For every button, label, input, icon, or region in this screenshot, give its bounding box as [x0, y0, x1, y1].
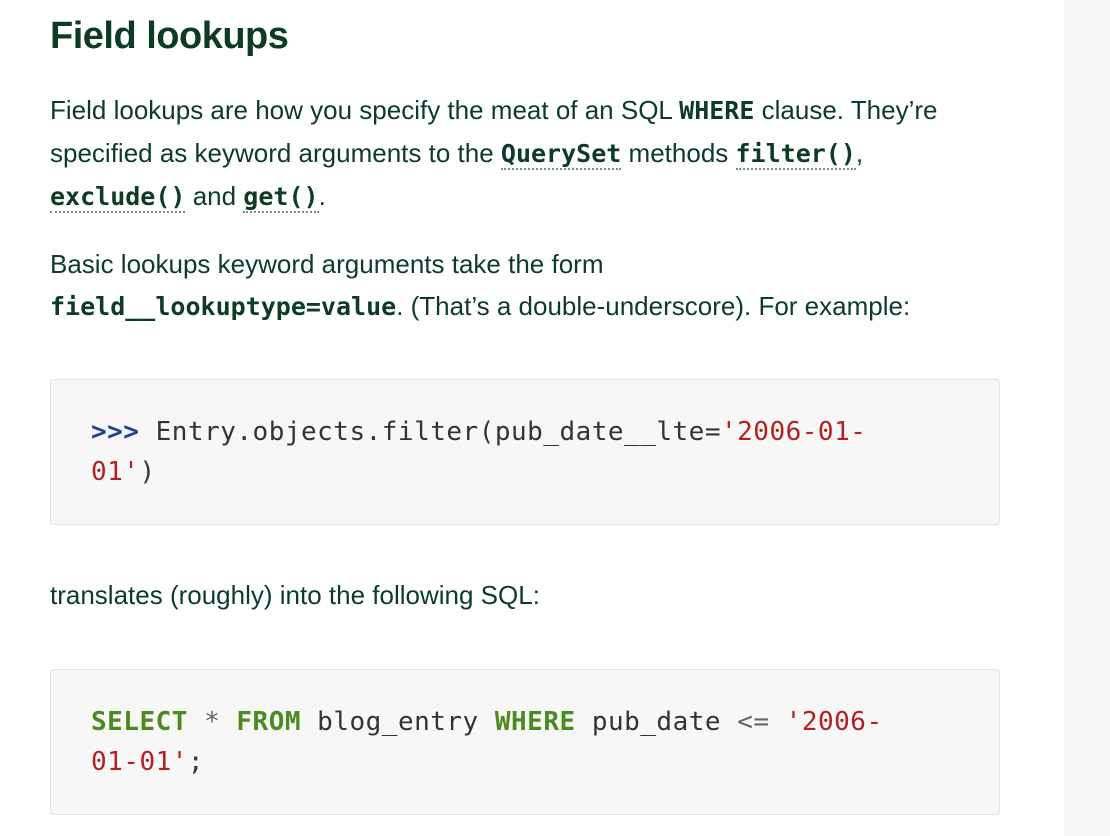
text-segment: , — [855, 138, 864, 168]
text-segment: and — [185, 181, 244, 211]
text-segment: Field lookups are how you specify the me… — [50, 95, 680, 125]
lookup-form-paragraph: Basic lookups keyword arguments take the… — [50, 243, 1010, 328]
filter-link[interactable]: filter() — [735, 138, 856, 170]
sql-code-block[interactable]: SELECT * FROM blog_entry WHERE pub_date … — [50, 669, 1000, 815]
text-segment: Basic lookups keyword arguments take the… — [50, 249, 604, 279]
sql-operator: <= — [737, 707, 770, 737]
code-string: '2006-01- — [721, 417, 867, 447]
sql-star: * — [204, 707, 221, 737]
text-segment: . — [318, 181, 326, 211]
intro-paragraph: Field lookups are how you specify the me… — [50, 89, 1010, 218]
text-segment: methods — [621, 138, 736, 168]
sql-keyword-select: SELECT — [91, 707, 188, 737]
inline-code-exclude: exclude() — [50, 182, 186, 211]
code-prompt: >>> — [91, 417, 140, 447]
sql-string: 01-01' — [91, 747, 188, 777]
inline-code-lookup-form: field__lookuptype=value — [50, 292, 397, 321]
sql-keyword-from: FROM — [236, 707, 302, 737]
inline-code-get: get() — [243, 182, 319, 211]
exclude-link[interactable]: exclude() — [50, 181, 186, 213]
code-call: Entry.objects.filter(pub_date__lte= — [139, 417, 721, 447]
inline-code-where: WHERE — [679, 96, 755, 125]
right-sidebar-strip — [1064, 0, 1110, 836]
sql-table: blog_entry — [317, 707, 479, 737]
sql-semicolon: ; — [187, 747, 205, 777]
sql-column: pub_date — [591, 707, 722, 737]
code-string: 01' — [91, 457, 140, 487]
python-code-block[interactable]: >>> Entry.objects.filter(pub_date__lte='… — [50, 379, 1000, 525]
translation-paragraph: translates (roughly) into the following … — [50, 580, 540, 610]
inline-code-filter: filter() — [735, 139, 856, 168]
queryset-link[interactable]: QuerySet — [500, 138, 622, 170]
doc-page: Field lookups Field lookups are how you … — [0, 0, 1110, 836]
sql-string: '2006- — [785, 707, 883, 737]
inline-code-queryset: QuerySet — [500, 139, 622, 168]
sql-keyword-where: WHERE — [494, 707, 576, 737]
text-segment: . (That’s a double-underscore). For exam… — [396, 291, 911, 321]
code-close-paren: ) — [139, 457, 156, 487]
section-title: Field lookups — [50, 15, 289, 57]
get-link[interactable]: get() — [243, 181, 319, 213]
